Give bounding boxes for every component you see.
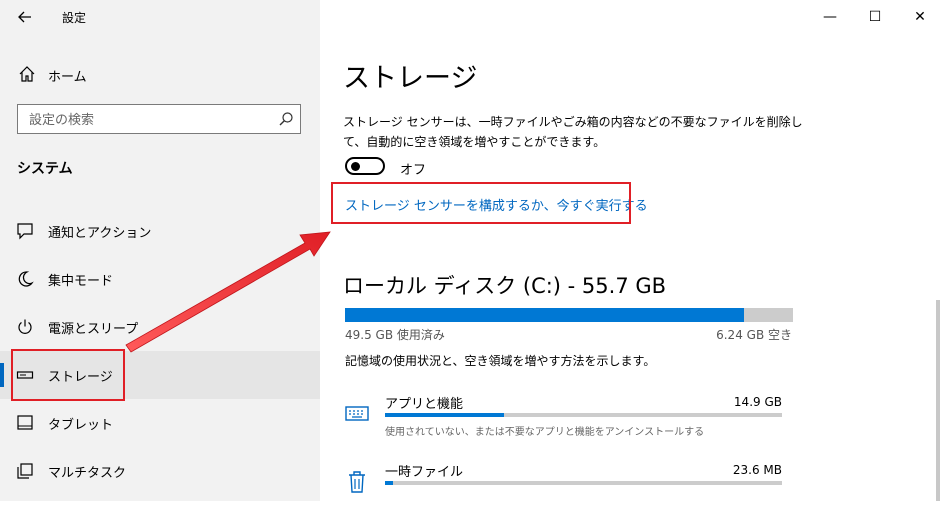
sidebar-item-home[interactable]: ホーム: [0, 60, 320, 90]
sidebar: 設定 ホーム システム 通知とアクション 集中モード 電源とスリープ: [0, 0, 320, 501]
app-title: 設定: [62, 11, 87, 25]
sidebar-item-label: 集中モード: [48, 274, 114, 289]
category-usage-bar: [385, 413, 782, 417]
sidebar-item-label: 電源とスリープ: [48, 322, 139, 337]
category-apps-features[interactable]: アプリと機能 14.9 GB 使用されていない、または不要なアプリと機能をアンイ…: [340, 393, 790, 453]
section-title: システム: [17, 161, 73, 177]
toggle-knob: [351, 162, 360, 171]
free-space-text: 6.24 GB 空き: [716, 328, 792, 342]
category-name: 一時ファイル: [385, 465, 464, 480]
toggle-state-label: オフ: [400, 163, 427, 178]
storage-sense-toggle[interactable]: [345, 157, 385, 175]
maximize-icon: ☐: [868, 9, 882, 25]
maximize-button[interactable]: ☐: [853, 4, 897, 30]
keyboard-icon: [345, 406, 369, 421]
sidebar-item-tablet[interactable]: タブレット: [0, 399, 320, 447]
trash-icon: [349, 471, 365, 493]
category-name: アプリと機能: [385, 397, 464, 412]
sidebar-item-power[interactable]: 電源とスリープ: [0, 303, 320, 351]
back-arrow-icon: [18, 11, 31, 23]
sidebar-item-focus-assist[interactable]: 集中モード: [0, 255, 320, 303]
category-description: 使用されていない、または不要なアプリと機能をアンインストールする: [385, 427, 705, 438]
titlebar-left: 設定: [0, 0, 320, 34]
category-usage-bar: [385, 481, 782, 485]
tablet-icon: [17, 415, 33, 430]
minimize-button[interactable]: —: [808, 4, 852, 30]
disk-usage-fill: [345, 308, 744, 322]
sidebar-item-notifications[interactable]: 通知とアクション: [0, 207, 320, 255]
sidebar-item-label: 通知とアクション: [48, 226, 152, 241]
sidebar-item-label: マルチタスク: [48, 466, 127, 481]
search-box[interactable]: [17, 104, 301, 134]
page-title: ストレージ: [343, 63, 478, 94]
close-icon: ✕: [914, 9, 926, 25]
back-button[interactable]: [14, 6, 36, 28]
highlight-box-link: [331, 182, 631, 224]
category-usage-fill: [385, 413, 505, 417]
category-temp-files[interactable]: 一時ファイル 23.6 MB: [340, 461, 790, 521]
minimize-icon: —: [823, 9, 837, 25]
power-icon: [18, 319, 32, 334]
category-usage-fill: [385, 481, 393, 485]
sidebar-item-multitasking[interactable]: マルチタスク: [0, 447, 320, 495]
used-space-text: 49.5 GB 使用済み: [345, 328, 445, 342]
disk-usage-bar: [345, 308, 793, 322]
main-scrollbar[interactable]: [936, 300, 940, 501]
notification-icon: [17, 223, 33, 240]
category-size: 14.9 GB: [733, 395, 782, 409]
storage-sense-description: ストレージ センサーは、一時ファイルやごみ箱の内容などの不要なファイルを削除して…: [343, 115, 803, 149]
category-size: 23.6 MB: [732, 463, 782, 477]
moon-icon: [18, 271, 34, 287]
search-icon[interactable]: [278, 111, 294, 127]
close-button[interactable]: ✕: [898, 4, 942, 30]
active-indicator: [0, 363, 4, 387]
highlight-box-storage: [11, 349, 125, 401]
usage-intro-text: 記憶域の使用状況と、空き領域を増やす方法を示します。: [345, 354, 656, 368]
sidebar-item-label: タブレット: [48, 418, 114, 433]
disk-title: ローカル ディスク (C:) - 55.7 GB: [343, 274, 667, 298]
home-icon: [19, 66, 35, 82]
sidebar-item-label: ホーム: [48, 70, 87, 85]
search-input[interactable]: [19, 106, 281, 134]
multitask-icon: [17, 463, 33, 479]
